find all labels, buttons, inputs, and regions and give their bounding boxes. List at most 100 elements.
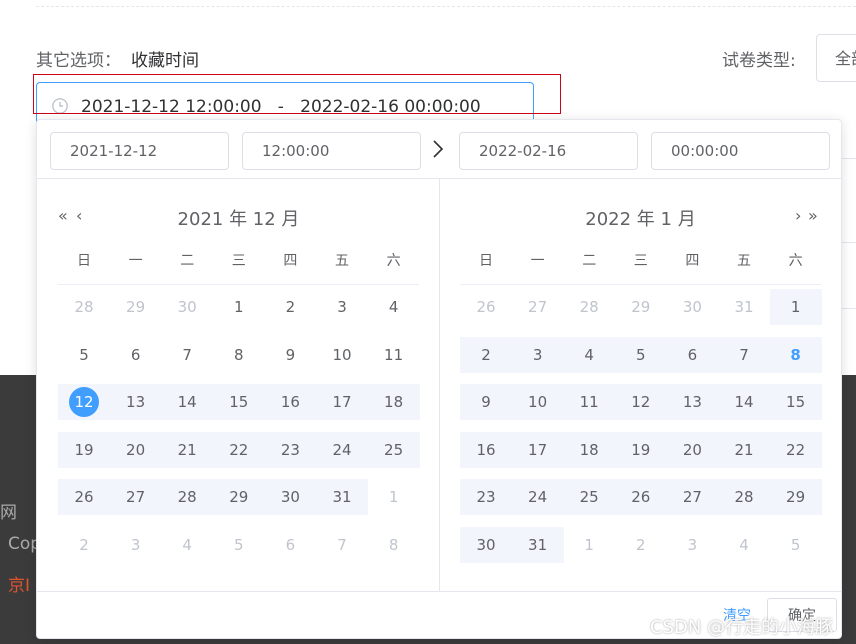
calendar-day[interactable]: 27 [109, 479, 162, 515]
calendar-day[interactable]: 4 [161, 527, 213, 563]
calendar-day[interactable]: 30 [161, 289, 213, 325]
calendar-day[interactable]: 5 [213, 527, 265, 563]
calendar-day[interactable]: 28 [161, 479, 214, 515]
calendar-day[interactable]: 1 [213, 289, 265, 325]
right-calendar-title: 2022 年 1 月 [585, 209, 696, 230]
calendar-day[interactable]: 17 [316, 384, 368, 420]
weekday-header: 日 [77, 253, 91, 269]
calendar-day[interactable]: 20 [109, 431, 162, 468]
calendar-day[interactable]: 4 [718, 527, 770, 563]
calendar-day[interactable]: 25 [563, 479, 616, 515]
calendar-day[interactable]: 22 [212, 431, 265, 468]
calendar-day[interactable]: 8 [368, 527, 420, 563]
calendar-day[interactable]: 14 [718, 384, 770, 420]
calendar-day[interactable]: 7 [718, 336, 770, 373]
paper-type-select[interactable]: 全部 [816, 34, 856, 82]
calendar-day[interactable]: 22 [769, 431, 822, 468]
calendar-day[interactable]: 8 [213, 337, 265, 373]
calendar-day[interactable]: 3 [666, 527, 718, 563]
calendar-day[interactable]: 18 [367, 384, 420, 420]
selected-start-day[interactable]: 12 [69, 387, 99, 417]
other-options-value[interactable]: 收藏时间 [131, 51, 199, 71]
calendar-day[interactable]: 16 [460, 431, 512, 468]
calendar-day[interactable]: 8 [769, 336, 822, 373]
calendar-day[interactable]: 28 [563, 289, 615, 325]
calendar-day[interactable]: 3 [511, 336, 564, 373]
calendar-day[interactable]: 6 [110, 337, 162, 373]
calendar-day[interactable]: 12 [58, 384, 110, 420]
range-end-text: 2022-02-16 00:00:00 [300, 97, 481, 117]
calendar-day[interactable]: 19 [58, 431, 110, 468]
footer-link[interactable]: 京I [8, 571, 30, 596]
calendar-day[interactable]: 3 [110, 527, 162, 563]
calendar-day[interactable]: 2 [58, 527, 110, 563]
calendar-day[interactable]: 29 [769, 479, 822, 515]
calendar-day[interactable]: 23 [460, 479, 512, 515]
footer-text: 网 [0, 503, 17, 523]
calendar-day[interactable]: 1 [368, 479, 420, 515]
calendar-day[interactable]: 11 [563, 384, 616, 420]
calendar-day[interactable]: 27 [512, 289, 564, 325]
calendar-day[interactable]: 31 [718, 289, 770, 325]
picker-header: 2021-12-12 12:00:00 2022-02-16 00:00:00 [37, 120, 841, 179]
calendar-day[interactable]: 6 [264, 527, 316, 563]
calendar-day[interactable]: 29 [110, 289, 162, 325]
calendar-day[interactable]: 5 [614, 336, 667, 373]
start-date-input[interactable]: 2021-12-12 [50, 132, 229, 170]
background-divider [840, 158, 856, 159]
watermark: CSDN @行走的小海豚 [650, 617, 834, 638]
calendar-day[interactable]: 1 [563, 527, 615, 563]
calendar-day[interactable]: 27 [666, 479, 719, 515]
calendar-day[interactable]: 7 [161, 337, 213, 373]
calendar-day[interactable]: 19 [614, 431, 667, 468]
calendar-day[interactable]: 26 [58, 479, 110, 515]
calendar-day[interactable]: 29 [615, 289, 667, 325]
calendar-day[interactable]: 15 [212, 384, 265, 420]
calendar-day[interactable]: 31 [316, 479, 368, 515]
calendar-day[interactable]: 20 [666, 431, 719, 468]
calendar-day[interactable]: 9 [460, 384, 512, 420]
calendar-day[interactable]: 24 [316, 431, 368, 468]
calendar-day[interactable]: 13 [666, 384, 719, 420]
calendar-day[interactable]: 4 [563, 336, 616, 373]
calendar-day[interactable]: 9 [264, 337, 316, 373]
calendar-day[interactable]: 31 [511, 526, 564, 563]
calendar-day[interactable]: 10 [511, 384, 564, 420]
calendar-day[interactable]: 23 [264, 431, 317, 468]
calendar-day[interactable]: 21 [718, 431, 770, 468]
calendar-day[interactable]: 25 [367, 431, 420, 468]
calendar-day[interactable]: 28 [58, 289, 110, 325]
calendar-day[interactable]: 24 [511, 479, 564, 515]
calendar-day[interactable]: 2 [460, 336, 512, 373]
calendar-day[interactable]: 18 [563, 431, 616, 468]
calendar-day[interactable]: 14 [161, 384, 214, 420]
end-time-input[interactable]: 00:00:00 [651, 132, 830, 170]
calendar-day[interactable]: 2 [615, 527, 667, 563]
calendar-day[interactable]: 30 [264, 479, 317, 515]
calendar-day[interactable]: 12 [614, 384, 667, 420]
calendar-day[interactable]: 26 [460, 289, 512, 325]
start-time-input[interactable]: 12:00:00 [242, 132, 421, 170]
calendar-day[interactable]: 7 [316, 527, 368, 563]
calendar-day[interactable]: 30 [460, 526, 512, 563]
calendar-day[interactable]: 26 [614, 479, 667, 515]
calendar-day[interactable]: 13 [109, 384, 162, 420]
calendar-day[interactable]: 30 [666, 289, 718, 325]
calendar-day[interactable]: 17 [511, 431, 564, 468]
calendar-day[interactable]: 21 [161, 431, 214, 468]
calendar-day[interactable]: 5 [58, 337, 110, 373]
calendar-day[interactable]: 2 [264, 289, 316, 325]
calendar-day[interactable]: 16 [264, 384, 317, 420]
calendar-day[interactable]: 4 [368, 289, 420, 325]
calendar-day[interactable]: 28 [718, 479, 770, 515]
calendar-day[interactable]: 29 [212, 479, 265, 515]
calendar-day[interactable]: 3 [316, 289, 368, 325]
end-date-input[interactable]: 2022-02-16 [459, 132, 638, 170]
left-calendar-title: 2021 年 12 月 [177, 209, 300, 230]
calendar-day[interactable]: 15 [769, 384, 822, 420]
calendar-day[interactable]: 1 [769, 289, 822, 325]
calendar-day[interactable]: 6 [666, 336, 719, 373]
calendar-day[interactable]: 11 [368, 337, 420, 373]
calendar-day[interactable]: 10 [316, 337, 368, 373]
calendar-day[interactable]: 5 [770, 527, 822, 563]
